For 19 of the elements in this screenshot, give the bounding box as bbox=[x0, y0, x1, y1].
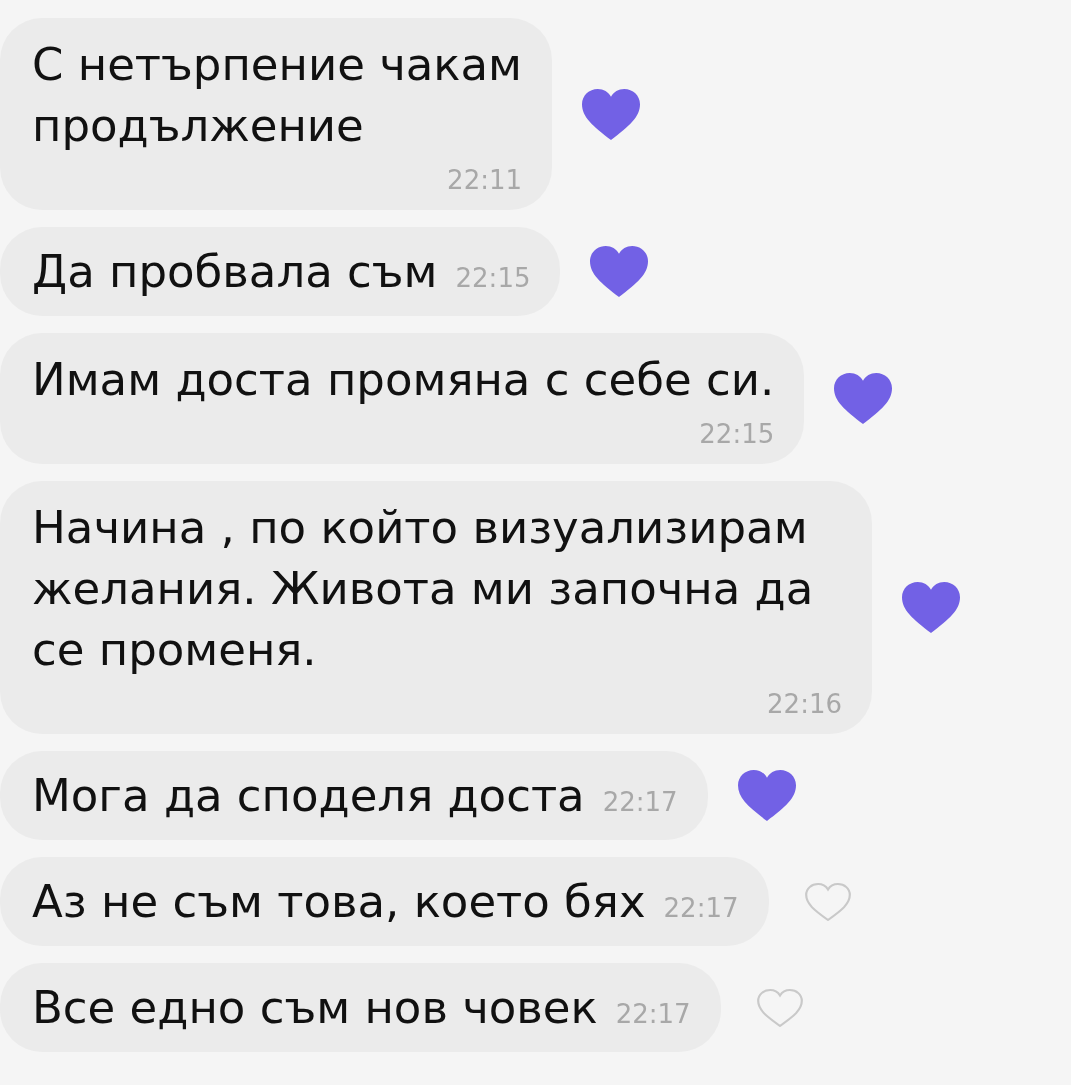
message-time: 22:17 bbox=[615, 998, 691, 1030]
message-time: 22:15 bbox=[455, 262, 531, 294]
message-text: Да пробвала съм bbox=[32, 244, 438, 300]
message-time: 22:16 bbox=[767, 688, 842, 720]
message-time: 22:15 bbox=[699, 418, 775, 450]
message-text: С нетърпение чакам продължение bbox=[32, 37, 523, 154]
message-text: Аз не съм това, което бях bbox=[32, 874, 646, 930]
message-text: Мога да споделя доста bbox=[32, 768, 585, 824]
message-text: Имам доста промяна с себе си. bbox=[32, 352, 775, 408]
heart-icon[interactable] bbox=[590, 246, 649, 297]
message-time: 22:17 bbox=[602, 786, 678, 818]
message-text: Все едно съм нов човек bbox=[32, 980, 598, 1036]
heart-icon[interactable] bbox=[737, 770, 796, 821]
message-time: 22:17 bbox=[663, 892, 739, 924]
heart-icon[interactable] bbox=[834, 373, 893, 424]
heart-icon[interactable] bbox=[902, 582, 960, 633]
message-time: 22:11 bbox=[447, 164, 523, 196]
heart-icon[interactable] bbox=[582, 88, 641, 140]
message-text: Начина , по който визуализирам желания. Живота ми започна да се променя. bbox=[32, 500, 815, 678]
